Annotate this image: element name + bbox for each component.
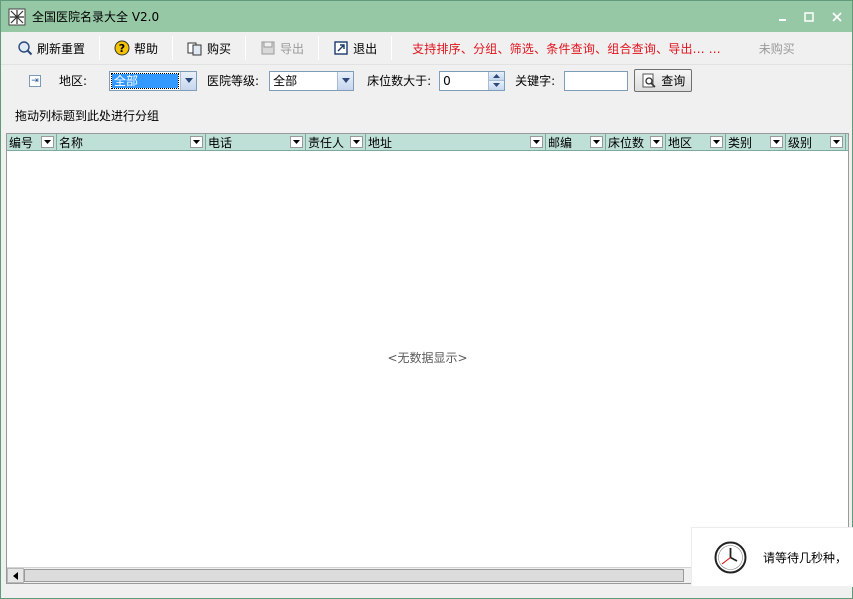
column-label: 责任人 xyxy=(308,136,345,150)
svg-text:?: ? xyxy=(119,42,125,55)
export-button[interactable]: 导出 xyxy=(252,35,312,61)
toolbar: 刷新重置 ? 帮助 购买 导出 退出 支持排序、分组、筛选、条件查询、组合查询、… xyxy=(1,32,852,65)
beds-label: 床位数大于: xyxy=(367,74,432,88)
exit-icon xyxy=(333,40,349,56)
column-header-address[interactable]: 地址 xyxy=(366,134,546,151)
app-icon xyxy=(8,8,26,25)
column-label: 电话 xyxy=(208,136,233,150)
help-button[interactable]: ? 帮助 xyxy=(106,35,166,61)
refresh-label: 刷新重置 xyxy=(37,41,86,56)
export-icon xyxy=(260,40,276,56)
group-by-hint: 拖动列标题到此处进行分组 xyxy=(15,108,160,123)
filter-dropdown-icon[interactable] xyxy=(770,136,783,148)
query-label: 查询 xyxy=(661,74,686,88)
status-bar xyxy=(1,586,852,598)
toolbar-divider xyxy=(172,36,174,60)
empty-state-text: <无数据显示> xyxy=(387,351,468,365)
region-select[interactable]: 全部 xyxy=(109,70,198,91)
buy-button[interactable]: 购买 xyxy=(179,35,239,61)
filter-dropdown-icon[interactable] xyxy=(590,136,603,148)
window-controls xyxy=(770,1,852,32)
close-icon xyxy=(832,11,842,22)
chevron-left-icon xyxy=(13,571,18,580)
column-label: 地区 xyxy=(668,136,693,150)
column-label: 床位数 xyxy=(608,136,645,150)
column-header-region[interactable]: 地区 xyxy=(666,134,726,151)
column-header-level[interactable]: 级别 xyxy=(786,134,846,151)
wait-notification: 请等待几秒种， xyxy=(691,527,853,587)
data-grid: 编号 名称 电话 责任人 地址 邮编 床位数 地区 类别 级别 <无数据显示> xyxy=(6,133,849,584)
filter-dropdown-icon[interactable] xyxy=(650,136,663,148)
column-header-contact[interactable]: 责任人 xyxy=(306,134,366,151)
group-by-panel[interactable]: 拖动列标题到此处进行分组 xyxy=(6,98,849,132)
refresh-button[interactable]: 刷新重置 xyxy=(9,35,93,61)
chevron-down-icon[interactable] xyxy=(337,71,354,90)
filter-dropdown-icon[interactable] xyxy=(830,136,843,148)
main-window: 全国医院名录大全 V2.0 刷新重置 ? 帮助 购买 导出 退出 支持排序、分组… xyxy=(0,0,853,599)
minimize-icon xyxy=(779,18,786,21)
column-label: 级别 xyxy=(788,136,813,150)
column-label: 名称 xyxy=(59,136,84,150)
filter-dropdown-icon[interactable] xyxy=(41,136,54,148)
spin-down-icon[interactable] xyxy=(488,81,505,90)
filter-bar: ⇥ 地区: 全部 医院等级: 全部 床位数大于: 0 关键字: 查询 xyxy=(1,65,852,96)
keyword-label: 关键字: xyxy=(515,74,556,88)
column-label: 类别 xyxy=(728,136,753,150)
toolbar-divider xyxy=(245,36,247,60)
scroll-left-button[interactable] xyxy=(7,568,24,583)
buy-icon xyxy=(187,40,203,56)
refresh-icon xyxy=(17,40,33,56)
filter-dropdown-icon[interactable] xyxy=(350,136,363,148)
column-header-beds[interactable]: 床位数 xyxy=(606,134,666,151)
column-header-id[interactable]: 编号 xyxy=(7,134,57,151)
search-icon xyxy=(642,73,656,88)
clock-icon xyxy=(714,541,747,574)
keyword-input[interactable] xyxy=(564,70,629,91)
toolbar-divider xyxy=(318,36,320,60)
grade-value: 全部 xyxy=(273,74,298,88)
buy-label: 购买 xyxy=(207,41,232,56)
query-button[interactable]: 查询 xyxy=(634,69,693,92)
beds-spinner[interactable]: 0 xyxy=(439,70,506,91)
column-header-phone[interactable]: 电话 xyxy=(206,134,306,151)
beds-value: 0 xyxy=(443,73,451,88)
help-icon: ? xyxy=(114,40,130,56)
expand-icon[interactable]: ⇥ xyxy=(29,74,41,87)
column-label: 地址 xyxy=(368,136,393,150)
toolbar-divider xyxy=(99,36,101,60)
minimize-button[interactable] xyxy=(770,1,796,32)
exit-label: 退出 xyxy=(353,41,378,56)
filter-dropdown-icon[interactable] xyxy=(530,136,543,148)
close-button[interactable] xyxy=(822,1,852,32)
column-header-name[interactable]: 名称 xyxy=(57,134,206,151)
scrollbar-thumb[interactable] xyxy=(24,569,684,582)
grade-select[interactable]: 全部 xyxy=(269,70,355,91)
column-header-postcode[interactable]: 邮编 xyxy=(546,134,606,151)
feature-promo-text: 支持排序、分组、筛选、条件查询、组合查询、导出... ... xyxy=(412,41,721,56)
region-value: 全部 xyxy=(111,72,180,89)
exit-button[interactable]: 退出 xyxy=(325,35,385,61)
unbought-status: 未购买 xyxy=(758,41,795,56)
chevron-down-icon[interactable] xyxy=(180,71,197,90)
filter-dropdown-icon[interactable] xyxy=(710,136,723,148)
column-header-category[interactable]: 类别 xyxy=(726,134,786,151)
column-label: 邮编 xyxy=(548,136,573,150)
maximize-button[interactable] xyxy=(796,1,822,32)
wait-message: 请等待几秒种， xyxy=(763,551,848,565)
grade-label: 医院等级: xyxy=(207,74,260,88)
filter-dropdown-icon[interactable] xyxy=(290,136,303,148)
help-label: 帮助 xyxy=(134,41,159,56)
spin-up-icon[interactable] xyxy=(488,71,505,81)
filter-dropdown-icon[interactable] xyxy=(190,136,203,148)
export-label: 导出 xyxy=(280,41,305,56)
toolbar-divider xyxy=(391,36,393,60)
column-label: 编号 xyxy=(9,136,34,150)
grid-header: 编号 名称 电话 责任人 地址 邮编 床位数 地区 类别 级别 xyxy=(7,134,848,151)
title-bar: 全国医院名录大全 V2.0 xyxy=(1,1,852,32)
maximize-icon xyxy=(804,11,814,22)
region-label: 地区: xyxy=(59,74,88,88)
window-title: 全国医院名录大全 V2.0 xyxy=(32,10,160,24)
